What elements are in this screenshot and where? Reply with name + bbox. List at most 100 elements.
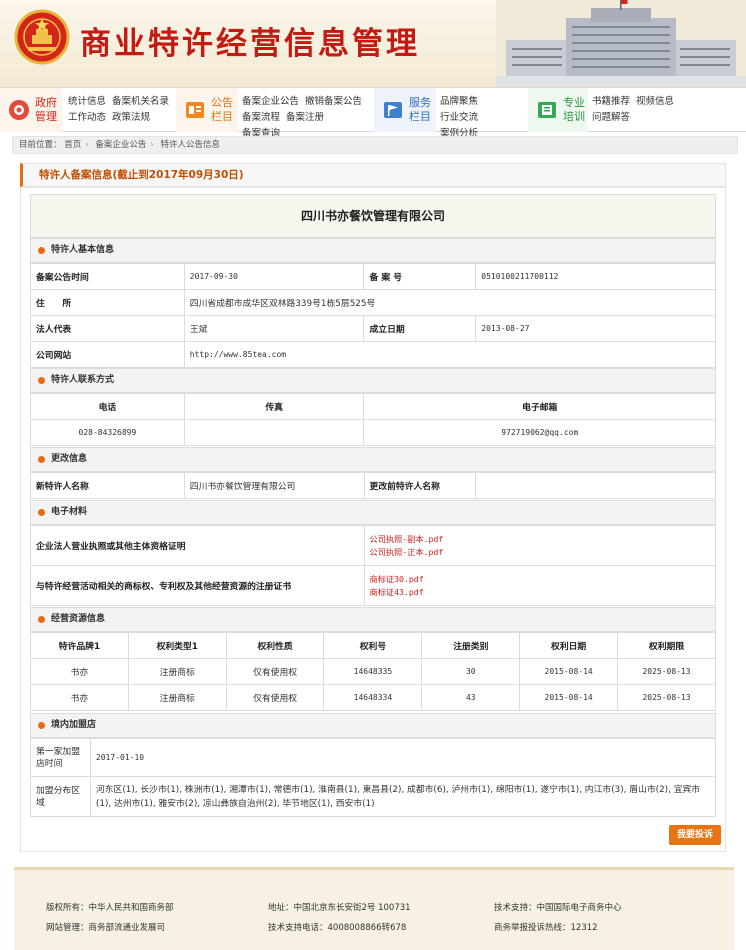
nav-link-authority-list[interactable]: 备案机关名录 — [112, 94, 169, 110]
materials-heading: 电子材料 — [30, 500, 716, 525]
address-value: 四川省成都市成华区双林路339号1栋5层525号 — [183, 289, 717, 316]
nav-link-video-info[interactable]: 视频信息 — [636, 94, 674, 110]
contact-heading: 特许人联系方式 — [30, 368, 716, 393]
file-link[interactable]: 商标证43.pdf — [370, 586, 711, 599]
nav-link-faq[interactable]: 问题解答 — [592, 110, 630, 126]
nav-category-service[interactable]: 服务 栏目 — [374, 88, 436, 132]
nav-category-line1: 服务 — [409, 96, 431, 109]
table-cell: 2015-08-14 — [519, 658, 619, 685]
notice-board-icon — [186, 102, 204, 118]
nav-link-statistics[interactable]: 统计信息 — [68, 94, 106, 110]
legal-rep-value: 王斌 — [183, 315, 365, 342]
resources-heading: 经营资源信息 — [30, 607, 716, 632]
breadcrumb-prefix: 目前位置： — [19, 140, 62, 150]
file-link[interactable]: 公司执照-正本.pdf — [370, 546, 711, 559]
nav-category-line1: 专业 — [563, 96, 585, 109]
website-label: 公司网站 — [30, 341, 185, 368]
domestic-heading: 境内加盟店 — [30, 713, 716, 738]
file-link[interactable]: 商标证30.pdf — [370, 573, 711, 586]
change-table: 新特许人名称 四川书亦餐饮管理有限公司 更改前特许人名称 — [30, 472, 716, 499]
table-cell: 2025-08-13 — [617, 684, 716, 711]
basic-info-table: 备案公告时间 2017-09-30 备 案 号 0510100211700112… — [30, 263, 717, 368]
nav-links-notice: 备案企业公告 撤销备案公告 备案流程 备案注册备案查询 — [242, 94, 374, 142]
ministry-building-image — [496, 0, 746, 87]
file-link[interactable]: 公司执照-副本.pdf — [370, 533, 711, 546]
nav-link-book-recommend[interactable]: 书籍推荐 — [592, 94, 630, 110]
change-heading: 更改信息 — [30, 447, 716, 472]
record-no-label: 备 案 号 — [363, 263, 477, 290]
footer-hotline: 商务举报投诉热线：12312 — [494, 923, 598, 933]
nav-category-line1: 公告 — [211, 96, 233, 109]
nav-link-filing-process[interactable]: 备案流程 — [242, 110, 280, 126]
footer-tech-phone: 技术支持电话：4008008866转678 — [268, 923, 407, 933]
nav-category-line1: 政府 — [35, 96, 57, 109]
nav-link-policies[interactable]: 政策法规 — [112, 110, 150, 126]
nav-link-filing-register[interactable]: 备案注册 — [286, 110, 324, 126]
distribution-label: 加盟分布区域 — [30, 776, 91, 817]
phone-label: 电话 — [30, 393, 185, 420]
first-store-value: 2017-01-10 — [89, 738, 717, 777]
section-title: 特许人备案信息(截止到2017年09月30日) — [20, 163, 726, 187]
phone-value: 028-84326899 — [30, 419, 185, 446]
site-header: 商业特许经营信息管理 — [0, 0, 746, 88]
resources-table: 特许品牌1 权利类型1 权利性质 权利号 注册类别 权利日期 权利期限 书亦 注… — [30, 632, 716, 711]
table-row: 书亦 注册商标 仅有使用权 14648335 30 2015-08-14 202… — [30, 658, 716, 685]
column-header: 权利日期 — [519, 632, 619, 659]
column-header: 权利号 — [323, 632, 423, 659]
column-header: 特许品牌1 — [30, 632, 129, 659]
breadcrumb-home[interactable]: 首页 — [64, 140, 81, 150]
material-label: 企业法人营业执照或其他主体资格证明 — [30, 525, 365, 566]
legal-rep-label: 法人代表 — [30, 315, 185, 342]
table-cell: 30 — [421, 658, 521, 685]
gov-management-icon — [9, 100, 29, 120]
table-cell: 仅有使用权 — [225, 658, 325, 685]
breadcrumb-filing-notice[interactable]: 备案企业公告 — [95, 140, 146, 150]
nav-link-work-news[interactable]: 工作动态 — [68, 110, 106, 126]
distribution-value: 河东区(1), 长沙市(1), 株洲市(1), 湘潭市(1), 常德市(1), … — [89, 776, 717, 817]
nav-category-line2: 栏目 — [211, 110, 233, 123]
nav-category-line2: 管理 — [35, 110, 57, 123]
nav-link-revoke-notice[interactable]: 撤销备案公告 — [305, 94, 362, 110]
footer-copyright: 版权所有：中华人民共和国商务部 — [46, 903, 174, 913]
old-name-value — [475, 472, 716, 499]
page: 商业特许经营信息管理 政府 管理 统计信息 备案机关名录 工作动态 政策法规 公… — [0, 0, 746, 950]
address-label: 住 所 — [30, 289, 185, 316]
table-cell: 43 — [421, 684, 521, 711]
nav-link-industry-exchange[interactable]: 行业交流 — [440, 110, 478, 126]
nav-link-brand-focus[interactable]: 品牌聚焦 — [440, 94, 478, 110]
table-cell: 仅有使用权 — [225, 684, 325, 711]
column-header: 权利类型1 — [127, 632, 227, 659]
national-emblem-icon — [14, 9, 70, 65]
site-footer: 版权所有：中华人民共和国商务部 网站管理：商务部流通业发展司 地址：中国北京东长… — [14, 867, 734, 950]
complain-button[interactable]: 我要投诉 — [669, 825, 721, 845]
nav-category-line2: 栏目 — [409, 110, 431, 123]
breadcrumb: 目前位置： 首页 › 备案企业公告 › 特许人公告信息 — [12, 136, 738, 154]
contact-table: 电话 传真 电子邮箱 028-84326899 972719062@qq.com — [30, 393, 716, 446]
table-cell: 2025-08-13 — [617, 658, 716, 685]
materials-table: 企业法人营业执照或其他主体资格证明 公司执照-副本.pdf 公司执照-正本.pd… — [30, 525, 716, 606]
fax-value — [183, 419, 365, 446]
nav-links-service: 品牌聚焦行业交流 案例分析 — [440, 94, 528, 142]
nav-links-training: 书籍推荐 视频信息 问题解答 — [592, 94, 702, 126]
nav-category-notice[interactable]: 公告 栏目 — [176, 88, 238, 132]
basic-info-heading: 特许人基本信息 — [30, 238, 716, 263]
chevron-right-icon: › — [85, 140, 89, 150]
main-nav: 政府 管理 统计信息 备案机关名录 工作动态 政策法规 公告 栏目 备案企业公告 撤销… — [0, 88, 746, 139]
domestic-table: 第一家加盟店时间 2017-01-10 加盟分布区域 河东区(1), 长沙市(1… — [30, 738, 717, 817]
company-name: 四川书亦餐饮管理有限公司 — [30, 194, 716, 238]
website-value[interactable]: http://www.85tea.com — [183, 341, 717, 368]
old-name-label: 更改前特许人名称 — [363, 472, 477, 499]
chevron-right-icon: › — [150, 140, 154, 150]
table-cell: 注册商标 — [127, 684, 227, 711]
table-cell: 书亦 — [30, 658, 129, 685]
table-row: 书亦 注册商标 仅有使用权 14648334 43 2015-08-14 202… — [30, 684, 716, 711]
footer-tech-support: 技术支持：中国国际电子商务中心 — [494, 903, 622, 913]
column-header: 权利期限 — [617, 632, 716, 659]
fax-label: 传真 — [183, 393, 365, 420]
nav-category-training[interactable]: 专业 培训 — [528, 88, 588, 132]
table-cell: 2015-08-14 — [519, 684, 619, 711]
nav-link-filing-notice[interactable]: 备案企业公告 — [242, 94, 299, 110]
nav-category-gov[interactable]: 政府 管理 — [0, 88, 62, 132]
table-cell: 注册商标 — [127, 658, 227, 685]
nav-links-gov: 统计信息 备案机关名录 工作动态 政策法规 — [68, 94, 176, 126]
